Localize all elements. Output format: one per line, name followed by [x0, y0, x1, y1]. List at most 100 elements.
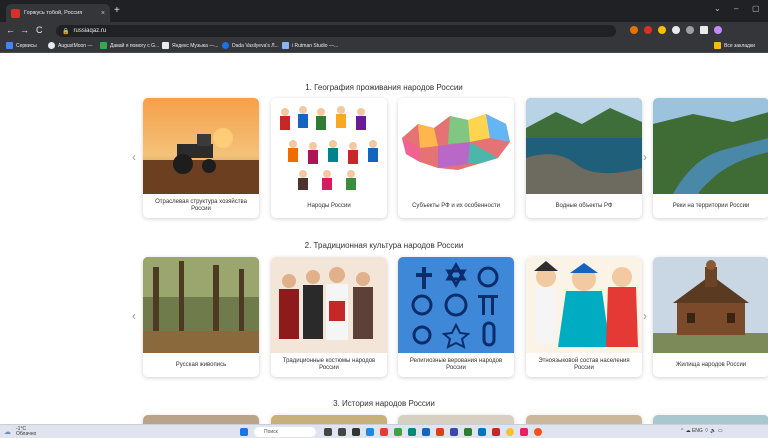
card-label: Религиозные верования народов России: [409, 358, 503, 371]
topic-card[interactable]: Традиционные костюмы народов России: [271, 257, 387, 377]
bookmarks-bar: Сервисы AugustMoon — Давай я помогу с G.…: [0, 40, 768, 53]
ethnic-illustration-image: [526, 257, 642, 353]
tractor-image: [143, 98, 259, 194]
section-title: 3. История народов России: [333, 399, 435, 408]
all-bookmarks-button[interactable]: Все закладки: [714, 42, 755, 49]
app-icon[interactable]: [464, 428, 472, 436]
address-bar[interactable]: 🔒 russiaqaz.ru: [56, 25, 616, 37]
taskbar-search[interactable]: Поиск: [254, 427, 316, 437]
bookmark-item[interactable]: Dada Vasilyeva's Л...: [222, 42, 279, 49]
lake-image: [526, 98, 642, 194]
app-icon[interactable]: [422, 428, 430, 436]
sidebar-icon[interactable]: [700, 26, 708, 34]
minimize-button[interactable]: –: [734, 4, 738, 13]
card-label: Народы России: [307, 202, 351, 209]
chevron-left-icon[interactable]: ‹: [132, 150, 136, 164]
site-favicon-icon: [11, 8, 20, 18]
topic-card[interactable]: Субъекты РФ и их особенности: [398, 98, 514, 218]
folder-icon: [714, 42, 721, 49]
topic-card[interactable]: [653, 415, 768, 424]
start-icon[interactable]: [240, 428, 248, 436]
topic-card[interactable]: Русская живопись: [143, 257, 259, 377]
card-label: Отраслевая структура хозяйства России: [155, 199, 247, 212]
app-icon[interactable]: [478, 428, 486, 436]
card-label: Русская живопись: [175, 361, 227, 368]
chevron-down-icon[interactable]: ⌄: [714, 4, 721, 13]
chrome-icon[interactable]: [506, 428, 514, 436]
section-title: 1. География проживания народов России: [305, 83, 463, 92]
bookmark-item[interactable]: Яндекс Музыка —...: [162, 42, 218, 49]
card-label: Традиционные костюмы народов России: [282, 358, 376, 371]
topic-card[interactable]: [526, 415, 642, 424]
bookmark-item[interactable]: AugustMoon —: [48, 42, 92, 49]
reload-button[interactable]: C: [36, 25, 43, 35]
bookmark-favicon-icon: [162, 42, 169, 49]
topic-card[interactable]: Этноязыковой состав населения России: [526, 257, 642, 377]
bookmark-favicon-icon: [282, 42, 289, 49]
topic-card[interactable]: [398, 415, 514, 424]
page-content: 1. География проживания народов России ‹…: [0, 53, 768, 424]
apps-icon: [6, 42, 13, 49]
topic-card[interactable]: [143, 415, 259, 424]
app-icon[interactable]: [534, 428, 542, 436]
app-icon[interactable]: [436, 428, 444, 436]
app-icon[interactable]: [380, 428, 388, 436]
maximize-button[interactable]: ▢: [752, 4, 760, 13]
extension-icon[interactable]: [658, 26, 666, 34]
app-icon[interactable]: [394, 428, 402, 436]
card-label: Водные объекты РФ: [555, 202, 613, 209]
system-tray[interactable]: ⌃ ☁ ENG ⌔ 🔈 ▭: [680, 428, 723, 434]
app-icon[interactable]: [338, 428, 346, 436]
topic-card[interactable]: Реки на территории России: [653, 98, 768, 218]
costumes-image: [271, 257, 387, 353]
section-title: 2. Традиционная культура народов России: [304, 241, 464, 250]
topic-card[interactable]: [271, 415, 387, 424]
topic-card[interactable]: Водные объекты РФ: [526, 98, 642, 218]
bookmark-item[interactable]: Давай я помогу с G...: [100, 42, 159, 49]
weather-widget[interactable]: -1°C Облачно: [16, 427, 36, 437]
back-button[interactable]: ←: [6, 25, 15, 35]
weather-icon: ☁: [4, 429, 11, 436]
new-tab-button[interactable]: +: [114, 5, 120, 16]
card-label: Субъекты РФ и их особенности: [412, 202, 500, 209]
app-icon[interactable]: [492, 428, 500, 436]
app-icon[interactable]: [366, 428, 374, 436]
browser-tab[interactable]: Горжусь тобой, Россия ×: [6, 4, 110, 22]
app-icon[interactable]: [324, 428, 332, 436]
wooden-church-image: [653, 257, 768, 353]
extension-icon[interactable]: [686, 26, 694, 34]
url-text: russiaqaz.ru: [73, 28, 107, 34]
river-image: [653, 98, 768, 194]
profile-avatar[interactable]: [714, 26, 722, 34]
painting-image: [143, 257, 259, 353]
taskbar: ☁ -1°C Облачно Поиск ⌃ ☁ ENG ⌔ 🔈 ▭: [0, 424, 768, 438]
religion-symbols-image: [398, 257, 514, 353]
topic-card[interactable]: Жилища народов России: [653, 257, 768, 377]
tab-title: Горжусь тобой, Россия: [24, 10, 83, 16]
app-icon[interactable]: [520, 428, 528, 436]
topic-card[interactable]: Отраслевая структура хозяйства России: [143, 98, 259, 218]
chevron-right-icon[interactable]: ›: [643, 150, 647, 164]
app-icon[interactable]: [450, 428, 458, 436]
extension-icon[interactable]: [630, 26, 638, 34]
regions-map-image: [398, 98, 514, 194]
topic-card[interactable]: Народы России: [271, 98, 387, 218]
bookmark-favicon-icon: [100, 42, 107, 49]
forward-button[interactable]: →: [20, 25, 29, 35]
chevron-right-icon[interactable]: ›: [643, 309, 647, 323]
extensions-area: [630, 26, 722, 34]
bookmark-favicon-icon: [48, 42, 55, 49]
lock-icon: 🔒: [62, 28, 70, 35]
close-icon[interactable]: ×: [101, 10, 105, 17]
bookmark-item[interactable]: Сервисы: [6, 42, 37, 49]
app-icon[interactable]: [352, 428, 360, 436]
app-icon[interactable]: [408, 428, 416, 436]
peoples-image: [271, 98, 387, 194]
topic-card[interactable]: Религиозные верования народов России: [398, 257, 514, 377]
bookmark-item[interactable]: i Rutman Studio —...: [282, 42, 338, 49]
extension-icon[interactable]: [672, 26, 680, 34]
card-label: Этноязыковой состав населения России: [538, 358, 630, 371]
browser-toolbar: ← → C 🔒 russiaqaz.ru: [0, 22, 768, 40]
chevron-left-icon[interactable]: ‹: [132, 309, 136, 323]
extension-icon[interactable]: [644, 26, 652, 34]
